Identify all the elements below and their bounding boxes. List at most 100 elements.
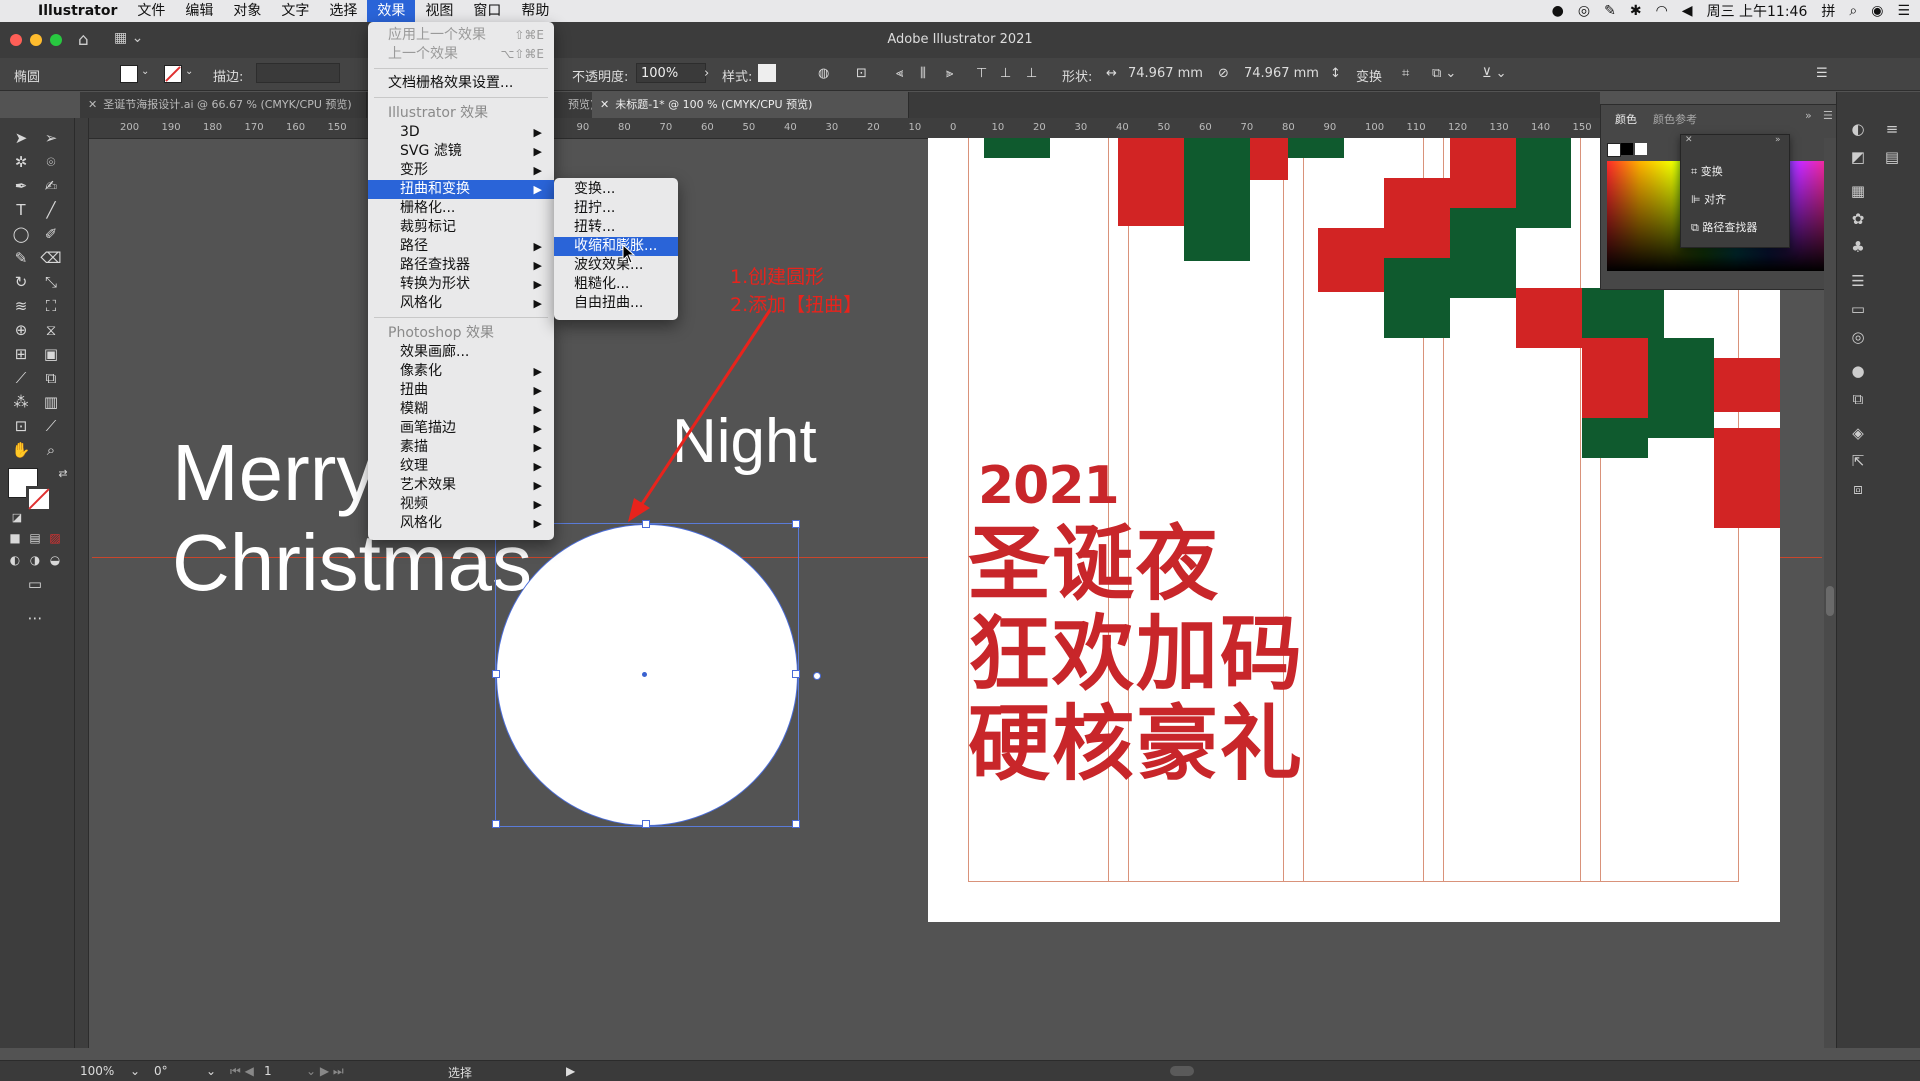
rotate-view[interactable]: 0° (154, 1064, 168, 1078)
perspective-grid-tool-icon[interactable]: ⧖ (40, 320, 62, 340)
style-swatch[interactable] (758, 64, 776, 82)
color-guide-tab[interactable]: 颜色参考 (1653, 111, 1697, 127)
color-guide-panel-icon[interactable]: ◩ (1847, 148, 1869, 168)
hand-tool-icon[interactable]: ✋ (10, 440, 32, 460)
menu-select[interactable]: 选择 (319, 0, 367, 22)
warp-tool-icon[interactable]: ≋ (10, 296, 32, 316)
resize-handle[interactable] (642, 820, 650, 828)
align-top-icon[interactable]: ⊤ (976, 66, 987, 81)
submenu-item-zig-zag[interactable]: 波纹效果... (554, 256, 678, 275)
rotate-dropdown-icon[interactable]: ⌄ (206, 1064, 216, 1078)
fill-swatch[interactable] (120, 65, 138, 83)
input-method-icon[interactable]: 拼 (1821, 1, 1835, 21)
record-icon[interactable]: ● (1552, 3, 1564, 19)
transform-label[interactable]: 变换 (1356, 66, 1382, 85)
gradient-panel-icon[interactable]: ▭ (1847, 300, 1869, 320)
line-tool-icon[interactable]: ╱ (40, 200, 62, 220)
shaper-tool-icon[interactable]: ✎ (10, 248, 32, 268)
menu-item-convert-to-shape[interactable]: 转换为形状 ▶ (368, 275, 554, 294)
panel-item-align[interactable]: ⊫ 对齐 (1691, 191, 1726, 207)
submenu-item-free-distort[interactable]: 自由扭曲... (554, 294, 678, 313)
menu-item-warp[interactable]: 变形 ▶ (368, 161, 554, 180)
control-center-icon[interactable]: ☰ (1897, 3, 1910, 19)
recolor-icon[interactable]: ◍ (818, 66, 829, 81)
next-artboard-icon[interactable]: ⌄ ▶ ⏭ (306, 1064, 344, 1079)
transform-each-icon[interactable]: ⊡ (856, 66, 867, 81)
eyedropper-tool-icon[interactable]: ⟋ (10, 368, 32, 388)
menu-object[interactable]: 对象 (223, 0, 271, 22)
resize-handle[interactable] (492, 820, 500, 828)
menu-item-brush-strokes[interactable]: 画笔描边 ▶ (368, 419, 554, 438)
artboards-panel-icon[interactable]: ⧈ (1847, 480, 1869, 500)
screen-mode-icon[interactable]: ▭ (24, 574, 46, 594)
paintbrush-tool-icon[interactable]: ✐ (40, 224, 62, 244)
black-swatch[interactable] (1621, 143, 1633, 155)
gradient-tool-icon[interactable]: ▣ (40, 344, 62, 364)
tab-poster-document[interactable]: ✕ 圣诞节海报设计.ai @ 66.67 % (CMYK/CPU 预览) (80, 92, 367, 118)
menu-item-rasterize[interactable]: 栅格化... (368, 199, 554, 218)
menu-item-distort-transform[interactable]: 扭曲和变换 ▶ (368, 180, 554, 199)
edit-toolbar-icon[interactable]: ⋯ (24, 608, 46, 628)
color-mode-icon[interactable]: ■ (4, 528, 26, 548)
eraser-tool-icon[interactable]: ⌫ (40, 248, 62, 268)
curvature-tool-icon[interactable]: ✍ (40, 176, 62, 196)
rotate-tool-icon[interactable]: ↻ (10, 272, 32, 292)
horizontal-scroll-thumb[interactable] (1170, 1066, 1194, 1076)
panel-menu-icon[interactable]: ☰ (1823, 109, 1833, 122)
bluetooth-icon[interactable]: ✱ (1630, 3, 1642, 19)
align-center-icon[interactable]: ⫼ (920, 66, 926, 81)
artboard-number[interactable]: 1 (264, 1064, 272, 1078)
menu-item-last-effect[interactable]: 上一个效果 ⌥⇧⌘E (368, 45, 554, 64)
swap-colors-icon[interactable]: ⇄ (52, 464, 74, 484)
submenu-item-transform[interactable]: 变换... (554, 180, 678, 199)
opacity-arrow-icon[interactable]: › (704, 66, 709, 81)
collapse-panel-icon[interactable]: » (1775, 135, 1781, 145)
menu-item-3d[interactable]: 3D ▶ (368, 123, 554, 142)
merry-text[interactable]: Merry (172, 428, 376, 518)
default-colors-icon[interactable]: ◪ (6, 508, 28, 528)
menu-file[interactable]: 文件 (127, 0, 175, 22)
resize-handle[interactable] (792, 820, 800, 828)
live-corner-widget[interactable] (813, 672, 821, 680)
volume-icon[interactable]: ◀ (1682, 3, 1693, 19)
opacity-field[interactable]: 100% (636, 63, 706, 83)
menu-item-blur[interactable]: 模糊 ▶ (368, 400, 554, 419)
properties-panel-icon[interactable]: ≡ (1881, 120, 1903, 140)
vertical-scrollbar[interactable] (1824, 138, 1836, 1048)
stroke-panel-icon[interactable]: ☰ (1847, 272, 1869, 292)
wifi-icon[interactable]: ◠ (1656, 3, 1668, 19)
lasso-tool-icon[interactable]: ⌾ (40, 152, 62, 172)
selected-circle[interactable] (492, 520, 800, 828)
menu-type[interactable]: 文字 (271, 0, 319, 22)
creative-cloud-icon[interactable]: ◎ (1578, 3, 1590, 19)
symbol-sprayer-tool-icon[interactable]: ⁂ (10, 392, 32, 412)
panel-options-icon[interactable]: ☰ (1816, 66, 1828, 81)
submenu-item-pucker-bloat[interactable]: 收缩和膨胀... (554, 237, 678, 256)
menu-item-effect-gallery[interactable]: 效果画廊... (368, 343, 554, 362)
resize-handle[interactable] (492, 670, 500, 678)
panel-item-transform[interactable]: ⌗ 变换 (1691, 163, 1723, 179)
symbols-panel-icon[interactable]: ♣ (1847, 238, 1869, 258)
zoom-dropdown-icon[interactable]: ⌄ (130, 1064, 140, 1078)
menu-item-artistic[interactable]: 艺术效果 ▶ (368, 476, 554, 495)
menu-item-pixelate[interactable]: 像素化 ▶ (368, 362, 554, 381)
menu-effect[interactable]: 效果 (367, 0, 416, 22)
free-transform-tool-icon[interactable]: ⛶ (40, 296, 62, 316)
stroke-weight-field[interactable] (256, 63, 340, 83)
libraries-panel-icon[interactable]: ▤ (1881, 148, 1903, 168)
poster-title-line2[interactable]: 狂欢加码 (968, 610, 1304, 700)
width-value[interactable]: 74.967 mm (1128, 66, 1203, 81)
resize-handle[interactable] (792, 670, 800, 678)
shape-builder-tool-icon[interactable]: ⊕ (10, 320, 32, 340)
export-panel-icon[interactable]: ⇱ (1847, 452, 1869, 472)
poster-year[interactable]: 2021 (978, 456, 1120, 516)
mesh-tool-icon[interactable]: ⊞ (10, 344, 32, 364)
spotlight-icon[interactable]: ⌕ (1849, 3, 1857, 19)
menu-item-pathfinder[interactable]: 路径查找器 ▶ (368, 256, 554, 275)
menu-help[interactable]: 帮助 (511, 0, 559, 22)
vertical-ruler[interactable] (74, 118, 89, 1048)
draw-inside-icon[interactable]: ◒ (44, 550, 66, 570)
menu-item-document-raster-settings[interactable]: 文档栅格效果设置... (368, 74, 554, 93)
layers-panel-icon[interactable]: ◈ (1847, 424, 1869, 444)
stroke-dropdown-icon[interactable]: ⌄ (185, 66, 193, 77)
